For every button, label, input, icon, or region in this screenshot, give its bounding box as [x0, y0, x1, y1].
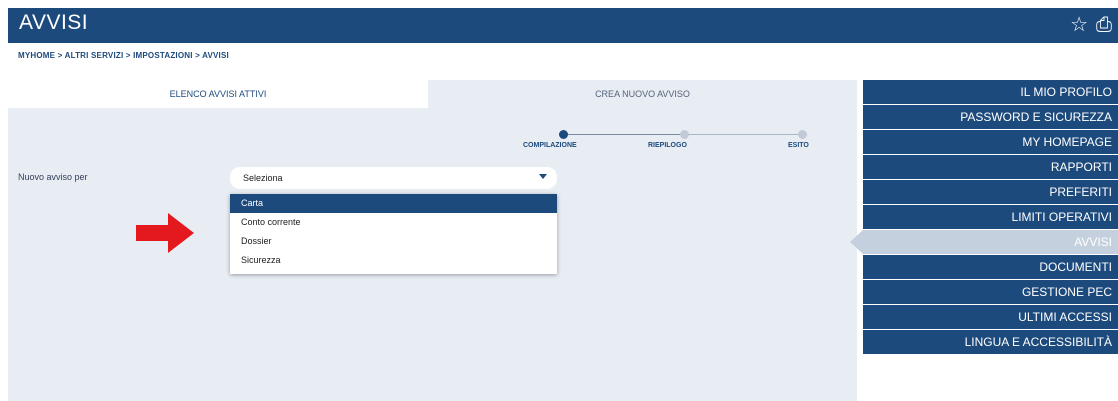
- select-value: Seleziona: [243, 173, 283, 183]
- sidebar-item-accessi[interactable]: ULTIMI ACCESSI: [863, 305, 1118, 329]
- avviso-select[interactable]: Seleziona: [230, 167, 557, 189]
- tab-crea-avviso[interactable]: CREA NUOVO AVVISO: [428, 80, 857, 108]
- star-icon[interactable]: ☆: [1070, 12, 1088, 38]
- chevron-down-icon: [539, 174, 547, 179]
- red-arrow-icon: [136, 213, 194, 253]
- sidebar-item-lingua[interactable]: LINGUA E ACCESSIBILITÀ: [863, 330, 1118, 354]
- option-carta[interactable]: Carta: [230, 194, 557, 213]
- sidebar-item-password[interactable]: PASSWORD E SICUREZZA: [863, 105, 1118, 129]
- sidebar: IL MIO PROFILO PASSWORD E SICUREZZA MY H…: [850, 80, 1118, 355]
- step-label-compilazione: COMPILAZIONE: [523, 142, 577, 149]
- sidebar-item-preferiti[interactable]: PREFERITI: [863, 180, 1118, 204]
- select-dropdown: Carta Conto corrente Dossier Sicurezza: [230, 194, 557, 274]
- sidebar-item-limiti[interactable]: LIMITI OPERATIVI: [863, 205, 1118, 229]
- option-conto-corrente[interactable]: Conto corrente: [230, 213, 557, 232]
- header-bar: AVVISI ☆ ⎙: [8, 8, 1118, 43]
- field-label: Nuovo avviso per: [18, 172, 88, 182]
- step-dot-compilazione: [559, 130, 568, 139]
- step-dot-riepilogo: [680, 130, 689, 139]
- step-label-esito: ESITO: [788, 142, 809, 149]
- step-dot-esito: [798, 130, 807, 139]
- option-sicurezza[interactable]: Sicurezza: [230, 251, 557, 270]
- print-icon[interactable]: ⎙: [1096, 12, 1112, 38]
- tab-elenco-avvisi[interactable]: ELENCO AVVISI ATTIVI: [8, 80, 428, 108]
- sidebar-item-homepage[interactable]: MY HOMEPAGE: [863, 130, 1118, 154]
- sidebar-item-avvisi[interactable]: AVVISI: [850, 230, 1118, 254]
- breadcrumb: MYHOME > ALTRI SERVIZI > IMPOSTAZIONI > …: [18, 51, 229, 60]
- sidebar-item-documenti[interactable]: DOCUMENTI: [863, 255, 1118, 279]
- sidebar-item-pec[interactable]: GESTIONE PEC: [863, 280, 1118, 304]
- step-label-riepilogo: RIEPILOGO: [648, 142, 687, 149]
- sidebar-item-profilo[interactable]: IL MIO PROFILO: [863, 80, 1118, 104]
- stepper: COMPILAZIONE RIEPILOGO ESITO: [520, 128, 810, 158]
- sidebar-item-rapporti[interactable]: RAPPORTI: [863, 155, 1118, 179]
- option-dossier[interactable]: Dossier: [230, 232, 557, 251]
- page-title: AVVISI: [19, 11, 89, 34]
